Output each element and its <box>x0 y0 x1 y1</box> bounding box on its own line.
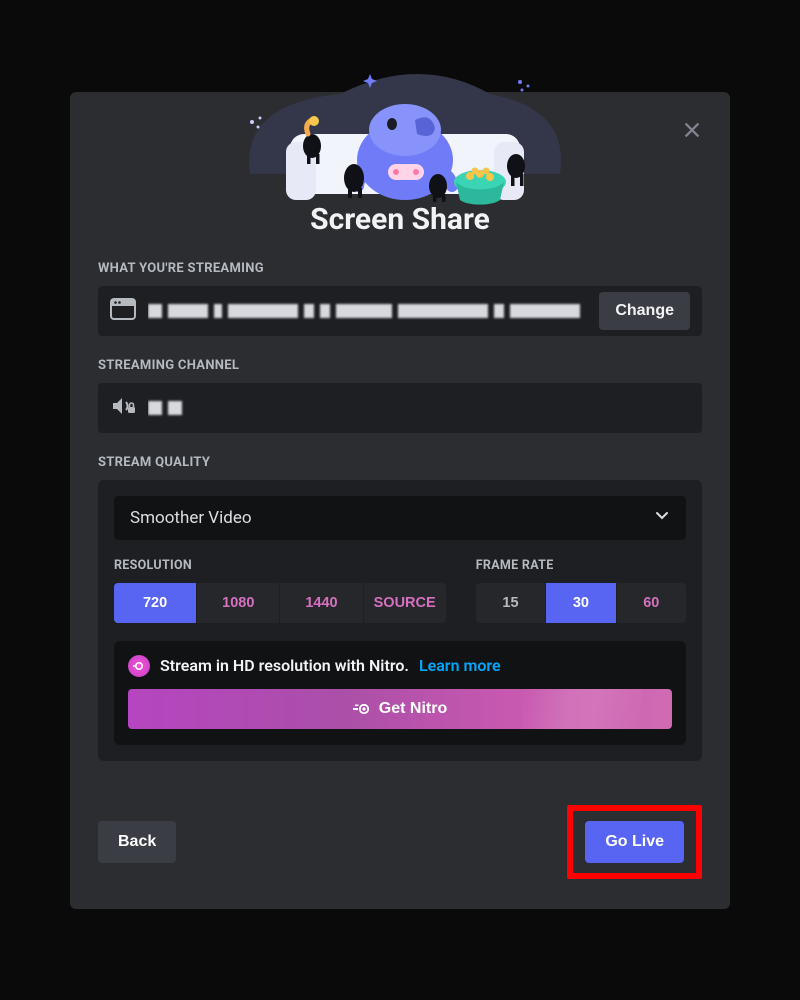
framerate-segmented: 15 30 60 <box>476 583 686 623</box>
go-live-highlight: Go Live <box>567 805 702 879</box>
nitro-badge-icon <box>128 655 150 677</box>
streaming-source-label: WHAT YOU'RE STREAMING <box>98 261 702 276</box>
back-button[interactable]: Back <box>98 821 176 863</box>
chevron-down-icon <box>654 507 670 528</box>
stream-quality-panel: Smoother Video RESOLUTION 720 1080 1440 … <box>98 480 702 761</box>
resolution-label: RESOLUTION <box>114 558 446 573</box>
streaming-source-row: Change <box>98 286 702 336</box>
go-live-button[interactable]: Go Live <box>585 821 684 863</box>
resolution-option-1080[interactable]: 1080 <box>197 583 280 623</box>
get-nitro-label: Get Nitro <box>379 700 447 718</box>
framerate-label: FRAME RATE <box>476 558 686 573</box>
framerate-option-30[interactable]: 30 <box>546 583 616 623</box>
framerate-group: FRAME RATE 15 30 60 <box>476 558 686 623</box>
modal-footer: Back Go Live <box>70 781 730 889</box>
quality-preset-dropdown[interactable]: Smoother Video <box>114 496 686 540</box>
nitro-icon <box>353 702 371 716</box>
streaming-channel-row[interactable] <box>98 383 702 433</box>
nitro-upsell: Stream in HD resolution with Nitro. Lear… <box>114 641 686 745</box>
resolution-group: RESOLUTION 720 1080 1440 SOURCE <box>114 558 446 623</box>
quality-preset-value: Smoother Video <box>130 508 252 528</box>
get-nitro-button[interactable]: Get Nitro <box>128 689 672 729</box>
streaming-source-value <box>148 300 589 322</box>
resolution-option-1440[interactable]: 1440 <box>280 583 363 623</box>
speaker-locked-icon <box>110 395 136 421</box>
resolution-option-720[interactable]: 720 <box>114 583 197 623</box>
resolution-segmented: 720 1080 1440 SOURCE <box>114 583 446 623</box>
nitro-upsell-text: Stream in HD resolution with Nitro. <box>160 656 409 675</box>
stream-quality-label: STREAM QUALITY <box>98 455 702 470</box>
streaming-channel-value <box>148 397 690 419</box>
nitro-learn-more-link[interactable]: Learn more <box>419 656 501 675</box>
framerate-option-15[interactable]: 15 <box>476 583 546 623</box>
resolution-option-source[interactable]: SOURCE <box>364 583 446 623</box>
hero-illustration <box>70 64 730 194</box>
streaming-channel-label: STREAMING CHANNEL <box>98 358 702 373</box>
change-source-button[interactable]: Change <box>599 292 690 330</box>
framerate-option-60[interactable]: 60 <box>617 583 686 623</box>
app-window-icon <box>110 298 136 324</box>
screen-share-modal: Screen Share WHAT YOU'RE STREAMING Chang… <box>70 92 730 909</box>
